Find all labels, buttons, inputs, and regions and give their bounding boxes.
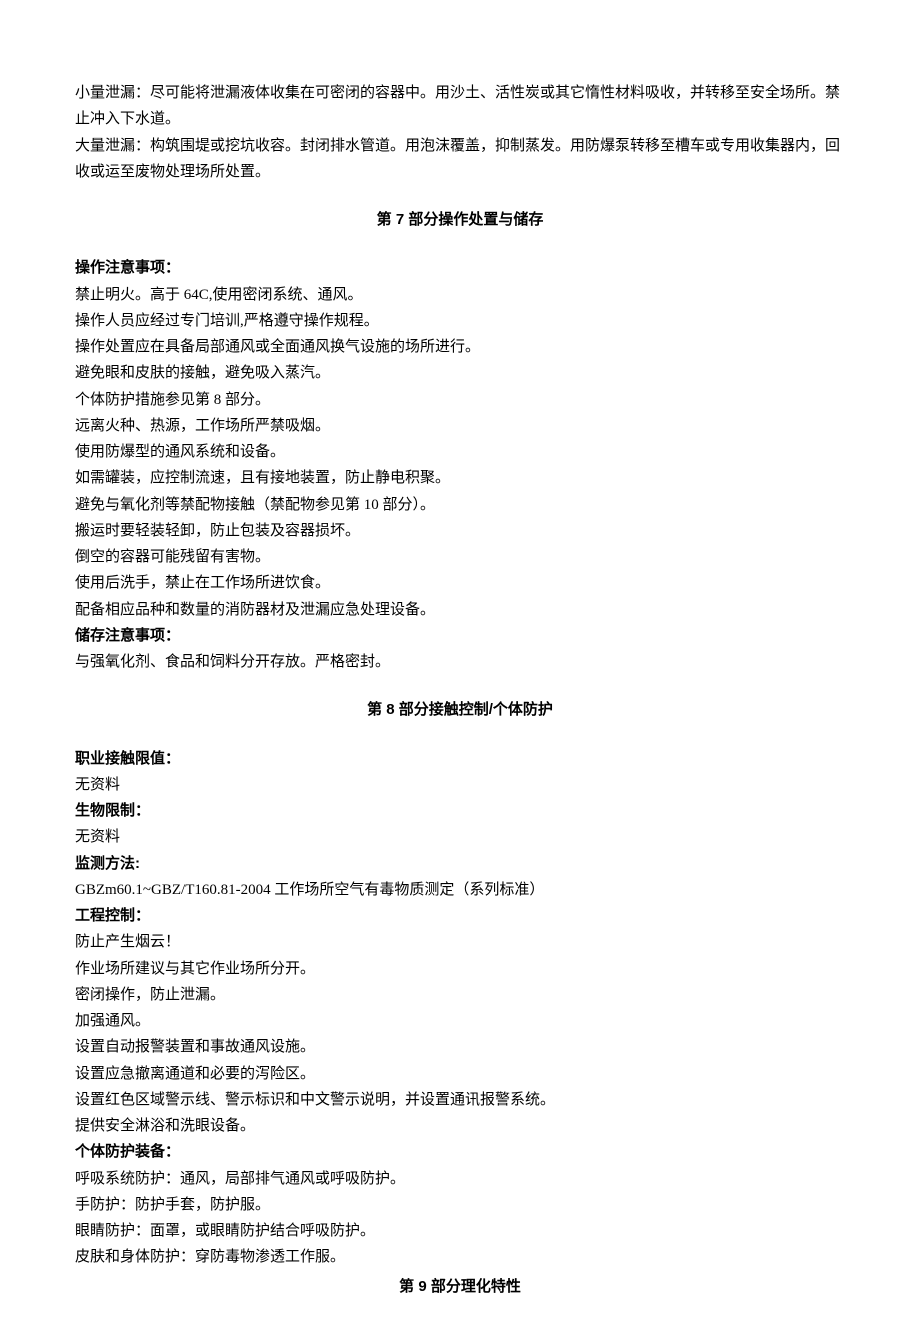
storage-notes-label: 储存注意事项： [75, 623, 845, 649]
operation-notes-label: 操作注意事项： [75, 255, 845, 281]
ppe-1: 呼吸系统防护：通风，局部排气通风或呼吸防护。 [75, 1166, 845, 1192]
operation-note-2: 操作人员应经过专门培训,严格遵守操作规程。 [75, 308, 845, 334]
ppe-3: 眼睛防护：面罩，或眼睛防护结合呼吸防护。 [75, 1218, 845, 1244]
operation-note-1: 禁止明火。高于 64C,使用密闭系统、通风。 [75, 282, 845, 308]
engineering-control-6: 设置应急撤离通道和必要的泻险区。 [75, 1061, 845, 1087]
operation-note-10: 搬运时要轻装轻卸，防止包装及容器损坏。 [75, 518, 845, 544]
biological-limit-text: 无资料 [75, 824, 845, 850]
engineering-control-2: 作业场所建议与其它作业场所分开。 [75, 956, 845, 982]
operation-note-5: 个体防护措施参见第 8 部分。 [75, 387, 845, 413]
engineering-control-4: 加强通风。 [75, 1008, 845, 1034]
intro-paragraph-1: 小量泄漏：尽可能将泄漏液体收集在可密闭的容器中。用沙土、活性炭或其它惰性材料吸收… [75, 80, 845, 133]
occupational-limit-label: 职业接触限值： [75, 746, 845, 772]
operation-note-7: 使用防爆型的通风系统和设备。 [75, 439, 845, 465]
storage-note-text: 与强氧化剂、食品和饲料分开存放。严格密封。 [75, 649, 845, 675]
ppe-4: 皮肤和身体防护：穿防毒物渗透工作服。 [75, 1244, 845, 1270]
operation-note-6: 远离火种、热源，工作场所严禁吸烟。 [75, 413, 845, 439]
operation-note-3: 操作处置应在具备局部通风或全面通风换气设施的场所进行。 [75, 334, 845, 360]
engineering-control-7: 设置红色区域警示线、警示标识和中文警示说明，并设置通讯报警系统。 [75, 1087, 845, 1113]
section-9-title: 第 9 部分理化特性 [75, 1274, 845, 1300]
operation-note-4: 避免眼和皮肤的接触，避免吸入蒸汽。 [75, 360, 845, 386]
section-8-title: 第 8 部分接触控制/个体防护 [75, 697, 845, 723]
biological-limit-label: 生物限制： [75, 798, 845, 824]
operation-note-9: 避免与氧化剂等禁配物接触（禁配物参见第 10 部分）。 [75, 492, 845, 518]
ppe-label: 个体防护装备： [75, 1139, 845, 1165]
occupational-limit-text: 无资料 [75, 772, 845, 798]
engineering-control-8: 提供安全淋浴和洗眼设备。 [75, 1113, 845, 1139]
operation-note-8: 如需罐装，应控制流速，且有接地装置，防止静电积聚。 [75, 465, 845, 491]
engineering-control-1: 防止产生烟云！ [75, 929, 845, 955]
operation-note-13: 配备相应品种和数量的消防器材及泄漏应急处理设备。 [75, 597, 845, 623]
monitoring-method-text: GBZm60.1~GBZ/T160.81-2004 工作场所空气有毒物质测定（系… [75, 877, 845, 903]
engineering-control-3: 密闭操作，防止泄漏。 [75, 982, 845, 1008]
operation-note-12: 使用后洗手，禁止在工作场所进饮食。 [75, 570, 845, 596]
section-7-title: 第 7 部分操作处置与储存 [75, 207, 845, 233]
operation-note-11: 倒空的容器可能残留有害物。 [75, 544, 845, 570]
ppe-2: 手防护：防护手套，防护服。 [75, 1192, 845, 1218]
engineering-control-5: 设置自动报警装置和事故通风设施。 [75, 1034, 845, 1060]
intro-paragraph-2: 大量泄漏：构筑围堤或挖坑收容。封闭排水管道。用泡沫覆盖，抑制蒸发。用防爆泵转移至… [75, 133, 845, 186]
engineering-control-label: 工程控制： [75, 903, 845, 929]
monitoring-method-label: 监测方法: [75, 851, 845, 877]
